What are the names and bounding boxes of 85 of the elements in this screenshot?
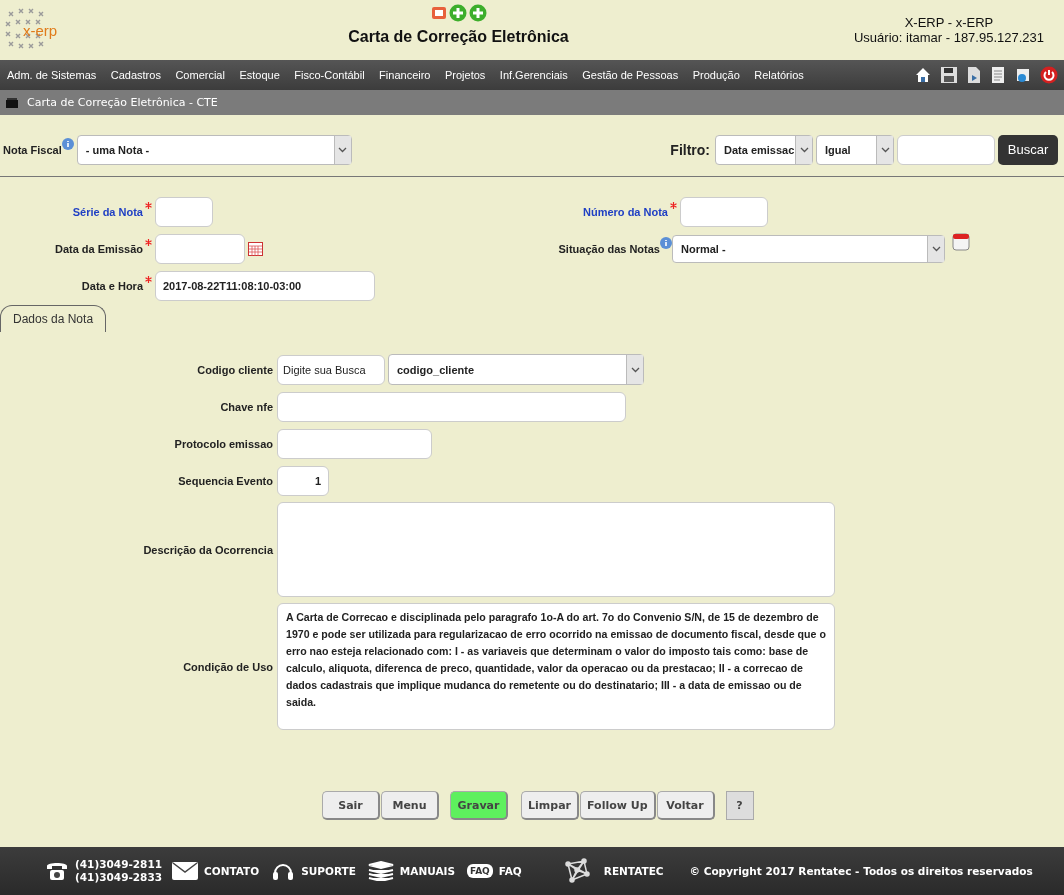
action-button[interactable]: Gravar <box>450 791 508 820</box>
phone-number: (41)3049-2811 <box>75 858 162 871</box>
text-field[interactable]: 1 <box>277 465 329 496</box>
page-title: Carta de Correção Eletrônica <box>348 28 569 46</box>
home-icon[interactable] <box>914 66 932 84</box>
field-label: Condição de Uso <box>182 660 274 673</box>
tab[interactable]: Dados da Nota <box>0 305 107 332</box>
menu-item[interactable]: Fisco-Contábil <box>294 69 365 81</box>
contact-link[interactable]: CONTATO <box>204 865 260 877</box>
system-name: X-ERP - x-ERP <box>903 15 995 30</box>
faq-icon: FAQ <box>467 864 493 878</box>
menu-item[interactable]: Inf.Gerenciais <box>499 69 568 81</box>
network-icon <box>563 858 590 884</box>
phone-number: (41)3049-2833 <box>75 871 162 884</box>
user-info: Usuário: itamar - 187.95.127.231 <box>852 30 1046 45</box>
status-select[interactable]: Normal - <box>672 234 945 263</box>
faq-link[interactable]: FAQ <box>498 865 522 877</box>
books-icon <box>367 861 394 881</box>
menu-item[interactable]: Gestão de Pessoas <box>582 69 679 81</box>
text-field[interactable] <box>277 391 626 422</box>
calendar-icon[interactable] <box>248 241 263 256</box>
calendar-icon[interactable] <box>952 233 970 251</box>
field-label: Chave nfe <box>219 400 274 413</box>
info-icon[interactable] <box>61 138 74 150</box>
text-field[interactable] <box>680 196 768 227</box>
text-area[interactable]: A Carta de Correcao e disciplinada pelo paragrafo 1o-A do art. 7o do Convenio S/N, de 15 de dezembro de 1970 e pode ser utilizada para regularizacao de erro ocorrido na emissao de documento fiscal, desde que o erro nao esteja relacionado com: I - as variaveis que determinam o valor do imposto tais como: base de calculo, aliquota, diferenca de preco, quantidade, valor da operacao ou da prestacao; II - a correcao de dados cadastrais que implique mudanca do remetente ou do destinatario; III - a data de emissao ou de saida. <box>277 603 835 730</box>
filter-input[interactable] <box>897 134 995 165</box>
document-icon[interactable] <box>990 66 1006 84</box>
operator-select[interactable]: Igual <box>816 134 894 165</box>
action-button[interactable]: Voltar <box>656 791 715 820</box>
field-label: Data da Emissão <box>53 242 143 255</box>
field-label: Data e Hora <box>80 279 143 292</box>
text-field[interactable]: 2017-08-22T11:08:10-03:00 <box>155 270 375 301</box>
power-icon[interactable] <box>1040 66 1058 84</box>
logo-text: x-erp <box>23 22 58 39</box>
menu-item[interactable]: Relatórios <box>754 69 804 81</box>
breadcrumb: Carta de Correção Eletrônica - CTE <box>27 96 218 109</box>
phone-icon <box>45 860 69 882</box>
document-icon <box>430 5 447 21</box>
field-label: Número da Nota <box>582 205 668 218</box>
field-label: Protocolo emissao <box>173 437 274 450</box>
text-field[interactable] <box>155 196 213 227</box>
menu-item[interactable]: Estoque <box>239 69 280 81</box>
plus-icon[interactable] <box>468 4 487 22</box>
action-button[interactable]: Menu <box>381 791 439 820</box>
text-field[interactable] <box>155 233 245 264</box>
info-icon[interactable] <box>660 237 672 249</box>
field-label: Sequencia Evento <box>177 474 274 487</box>
caret-icon <box>927 235 944 262</box>
field-label: Codigo cliente <box>196 363 274 376</box>
document-icon[interactable] <box>966 66 982 84</box>
floppy-icon[interactable] <box>940 66 958 84</box>
menu-item[interactable]: Produção <box>692 69 740 81</box>
caret-icon <box>333 135 351 164</box>
action-button[interactable]: Follow Up <box>580 791 656 820</box>
copyright: © Copyright 2017 Rentatec - Todos os direitos reservados <box>689 865 1033 877</box>
search-button[interactable]: Buscar <box>998 134 1058 165</box>
menu-item[interactable]: Comercial <box>175 69 225 81</box>
field-label: Situação das Notas <box>557 242 660 255</box>
mail-icon <box>172 862 198 880</box>
folder-icon <box>5 96 19 109</box>
manuals-link[interactable]: MANUAIS <box>399 865 456 877</box>
filter-field-select[interactable]: Data emissac <box>715 134 813 165</box>
field-label: Descrição da Ocorrencia <box>142 543 275 556</box>
field-label: Nota Fiscal <box>3 143 62 156</box>
menu-item[interactable]: Adm. de Sistemas <box>7 69 97 81</box>
nota-select[interactable]: - uma Nota - <box>76 134 352 165</box>
filter-label: Filtro: <box>670 141 710 158</box>
field-label: Série da Nota <box>71 205 143 218</box>
menu-item[interactable]: Projetos <box>444 69 486 81</box>
text-area[interactable] <box>277 502 835 597</box>
menu-item[interactable]: Financeiro <box>379 69 431 81</box>
menu-item[interactable]: Cadastros <box>110 69 161 81</box>
action-button[interactable]: Limpar <box>521 791 579 820</box>
caret-icon <box>876 135 893 164</box>
action-button[interactable]: ? <box>725 791 754 820</box>
search-field[interactable]: Digite sua Busca <box>277 354 385 385</box>
caret-icon <box>795 135 812 164</box>
client-select[interactable]: codigo_cliente <box>388 354 644 385</box>
text-field[interactable] <box>277 428 432 459</box>
action-button[interactable]: Sair <box>322 791 380 820</box>
plus-icon[interactable] <box>448 4 467 22</box>
company-link[interactable]: RENTATEC <box>603 865 664 877</box>
caret-icon <box>626 355 643 384</box>
support-link[interactable]: SUPORTE <box>301 865 356 877</box>
